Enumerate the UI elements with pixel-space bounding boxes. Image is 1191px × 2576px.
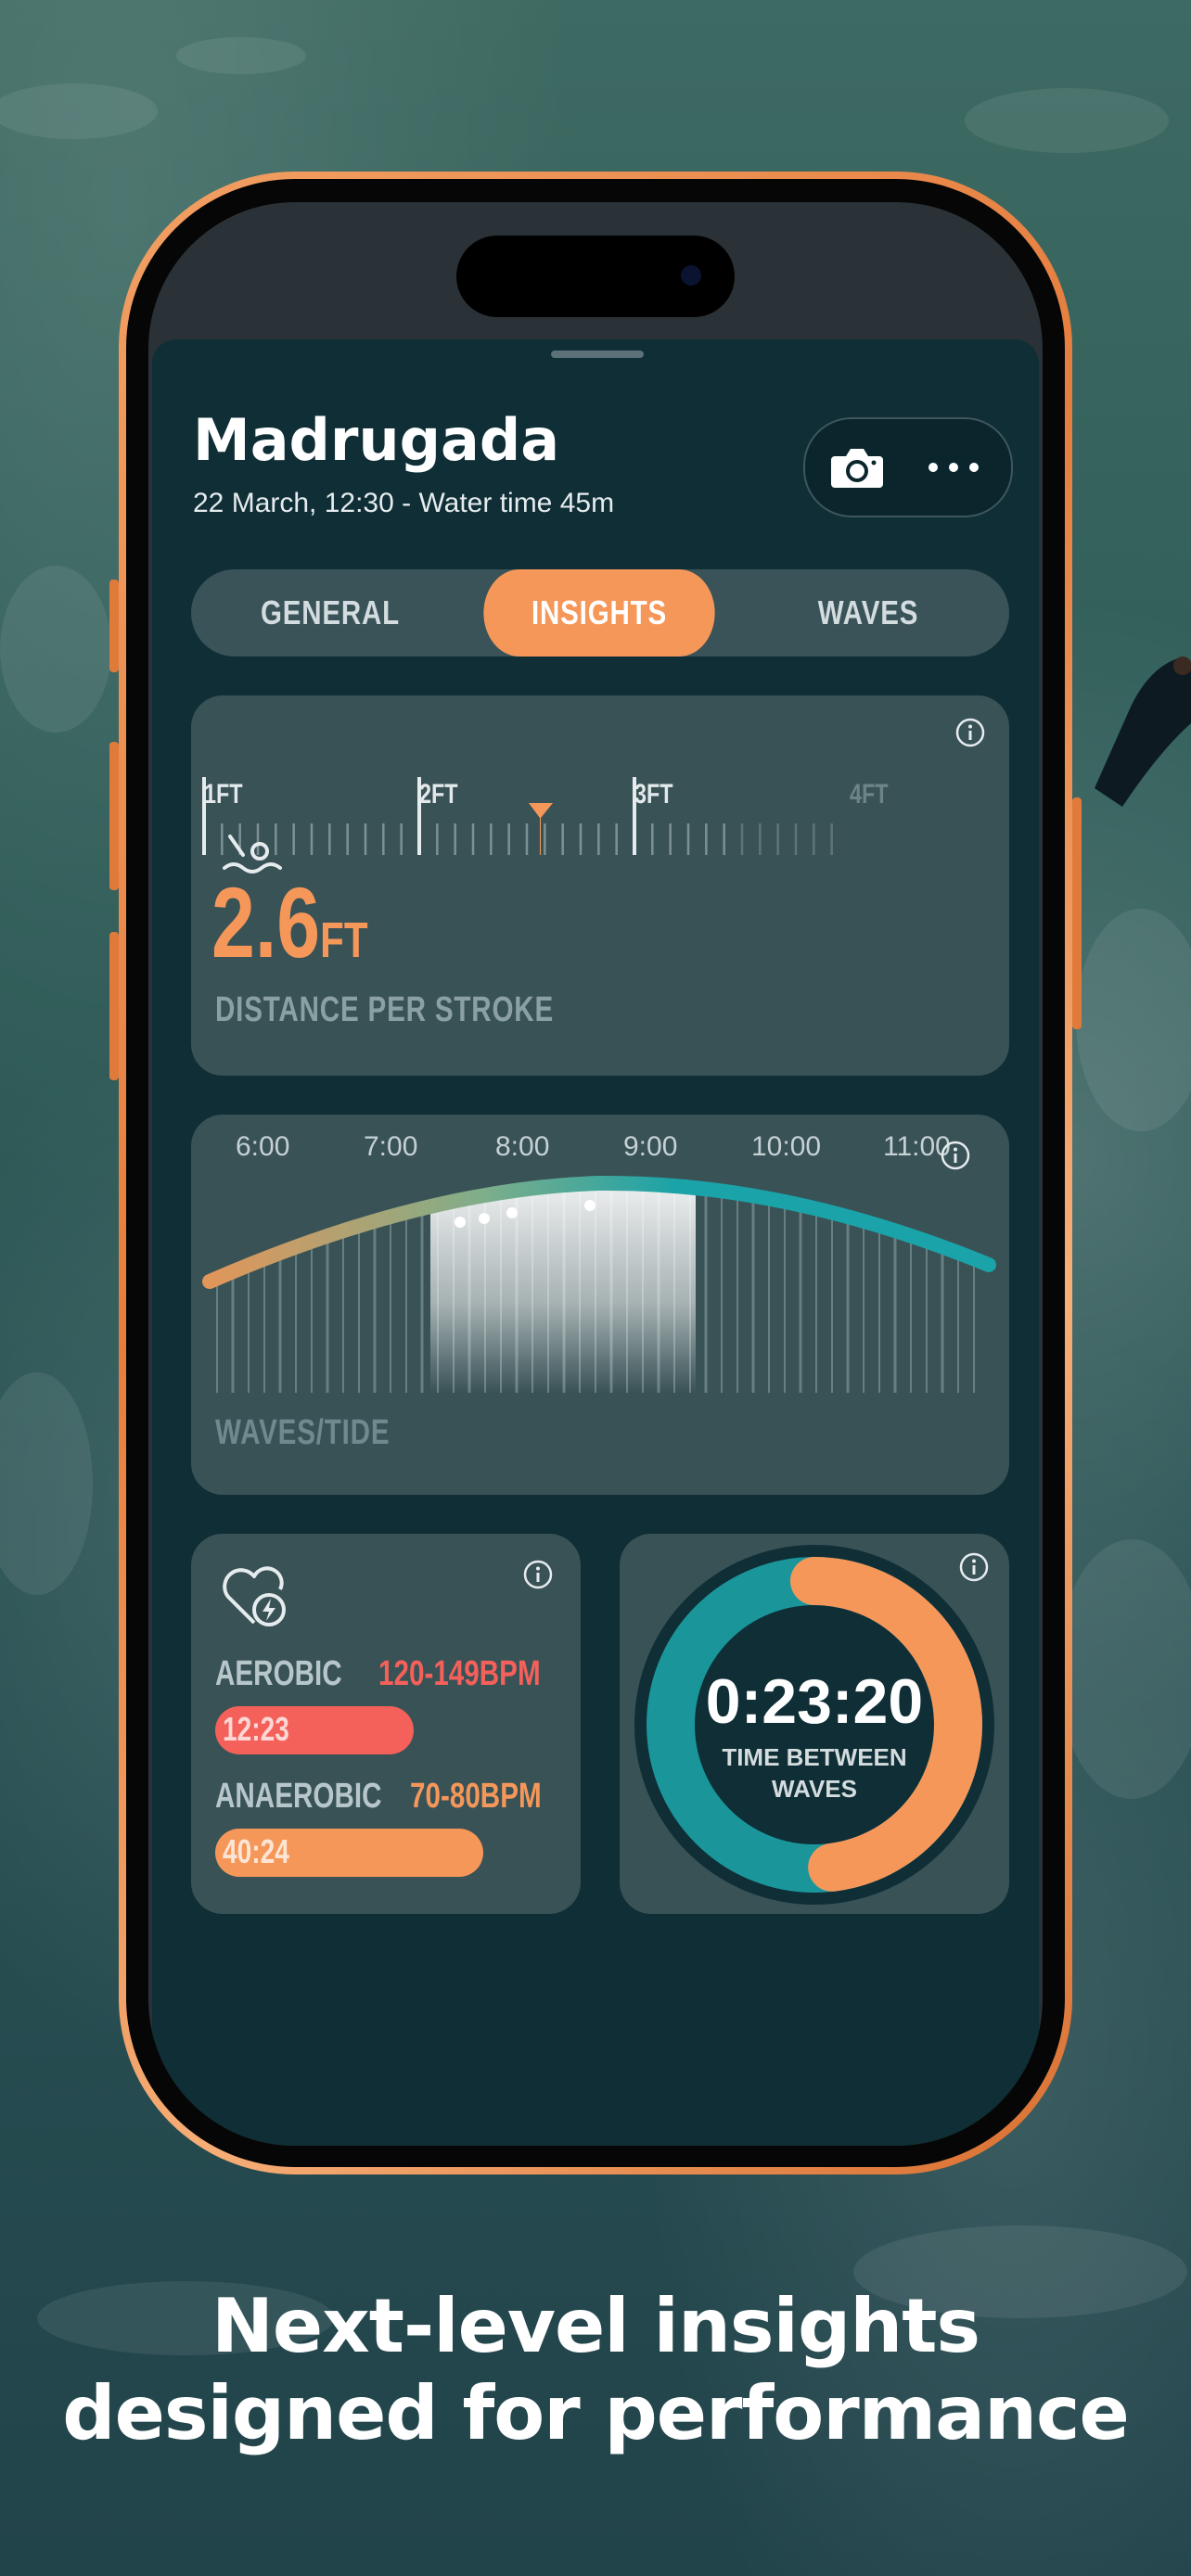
surfer-figure xyxy=(1095,657,1191,807)
wave-marker xyxy=(506,1207,518,1218)
sheet-grabber[interactable] xyxy=(551,351,644,358)
session-sheet: Madrugada 22 March, 12:30 - Water time 4… xyxy=(152,339,1039,2146)
time-caption-line1: TIME BETWEEN xyxy=(722,1743,907,1771)
tab-waves[interactable]: WAVES xyxy=(754,569,982,657)
distance-per-stroke-card[interactable]: 1FT 2FT 3FT 4FT 2.6FT DISTANCE PER STROK… xyxy=(191,695,1009,1076)
side-button-power xyxy=(1072,797,1082,1029)
distance-unit: FT xyxy=(320,912,368,968)
waves-tide-card[interactable]: 6:00 7:00 8:00 9:00 10:00 11:00 WAVES/TI… xyxy=(191,1115,1009,1495)
info-icon[interactable] xyxy=(523,1560,553,1589)
anaerobic-range: 70-80BPM xyxy=(410,1777,542,1816)
phone-screen: Madrugada 22 March, 12:30 - Water time 4… xyxy=(148,202,1043,2146)
tab-insights[interactable]: INSIGHTS xyxy=(483,569,714,657)
tide-label: WAVES/TIDE xyxy=(215,1413,391,1452)
distance-ruler xyxy=(202,777,833,855)
time-between-waves-value: 0:23:20 xyxy=(705,1666,924,1737)
session-actions xyxy=(803,417,1013,517)
session-subtitle: 22 March, 12:30 - Water time 45m xyxy=(193,488,615,518)
distance-label: DISTANCE PER STROKE xyxy=(215,990,555,1029)
aerobic-time: 12:23 xyxy=(223,1710,289,1748)
wave-marker xyxy=(479,1213,490,1224)
tab-bar: GENERAL INSIGHTS WAVES xyxy=(191,569,1009,657)
tab-general[interactable]: GENERAL xyxy=(216,569,444,657)
distance-value: 2.6FT xyxy=(211,864,368,980)
heart-zones-card[interactable]: AEROBIC 120-149BPM 12:23 ANAEROBIC 70-80… xyxy=(191,1534,581,1914)
distance-number: 2.6 xyxy=(211,866,321,978)
headline-line1: Next-level insights xyxy=(211,2283,980,2369)
time-caption-line2: WAVES xyxy=(772,1775,857,1803)
wave-marker xyxy=(455,1217,466,1228)
aerobic-label: AEROBIC xyxy=(215,1654,342,1693)
time-between-waves-card[interactable]: 0:23:20 TIME BETWEEN WAVES xyxy=(620,1534,1009,1914)
aerobic-range: 120-149BPM xyxy=(378,1654,541,1693)
more-options-icon[interactable] xyxy=(916,440,991,495)
anaerobic-bar: 40:24 xyxy=(215,1829,483,1877)
session-title: Madrugada xyxy=(193,406,560,474)
anaerobic-label: ANAEROBIC xyxy=(215,1777,382,1816)
info-icon[interactable] xyxy=(955,718,985,747)
front-camera xyxy=(681,265,701,286)
camera-icon[interactable] xyxy=(827,438,887,497)
side-button-volume-down xyxy=(109,932,119,1080)
aerobic-bar: 12:23 xyxy=(215,1706,414,1754)
heart-bolt-icon xyxy=(223,1566,286,1626)
side-button-mute xyxy=(109,580,119,672)
anaerobic-time: 40:24 xyxy=(223,1832,289,1870)
headline-line2: designed for performance xyxy=(62,2370,1129,2456)
wave-marker xyxy=(584,1200,596,1211)
dynamic-island xyxy=(456,236,735,317)
side-button-volume-up xyxy=(109,742,119,890)
ruler-pointer xyxy=(529,803,553,855)
